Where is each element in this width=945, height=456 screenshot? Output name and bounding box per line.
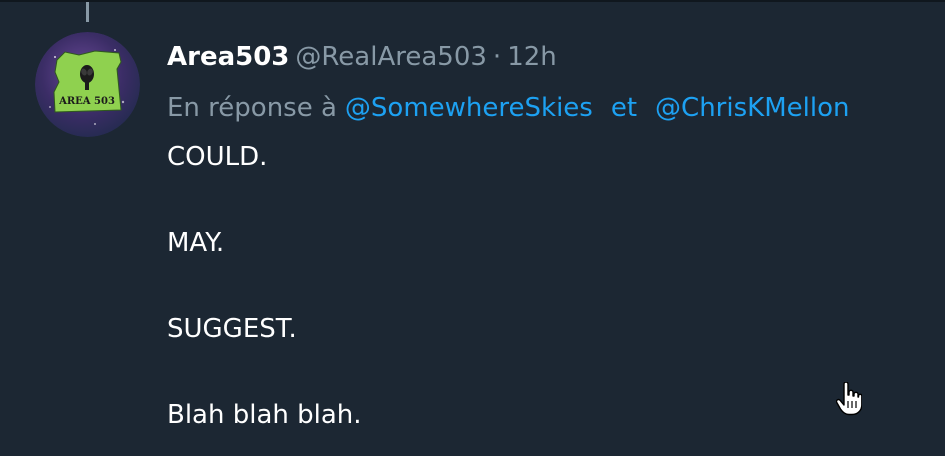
- tweet-body: Area503 @RealArea503 · 12h En réponse à @Som…: [167, 38, 945, 128]
- tweet-timestamp[interactable]: 12h: [507, 42, 557, 72]
- alien-oregon-logo-icon: AREA 503: [35, 32, 140, 137]
- avatar-logo-text: AREA 503: [58, 96, 115, 107]
- tweet-paragraph: Blah blah blah.: [167, 400, 362, 430]
- avatar[interactable]: AREA 503: [35, 32, 140, 137]
- reply-context: En réponse à @SomewhereSkies et @ChrisKMell…: [167, 88, 945, 128]
- tweet-card[interactable]: AREA 503 Area503 @RealArea503 · 12h En répo…: [0, 0, 945, 456]
- tweet-paragraph: MAY.: [167, 228, 225, 258]
- tweet-paragraph: COULD.: [167, 142, 268, 172]
- reply-mention-chriskmellon[interactable]: @ChrisKMellon: [655, 93, 849, 123]
- tweet-paragraph: SUGGEST.: [167, 314, 297, 344]
- user-handle[interactable]: @RealArea503: [295, 42, 487, 72]
- reply-prefix: En réponse à: [167, 93, 337, 123]
- thread-connector-line: [86, 2, 89, 22]
- reply-conjunction: et: [610, 93, 638, 123]
- header-separator: ·: [492, 42, 502, 72]
- display-name[interactable]: Area503: [167, 42, 289, 72]
- reply-mention-somewhereskies[interactable]: @SomewhereSkies: [345, 93, 593, 123]
- tweet-header: Area503 @RealArea503 · 12h: [167, 38, 945, 76]
- hand-pointer-icon: [835, 381, 863, 416]
